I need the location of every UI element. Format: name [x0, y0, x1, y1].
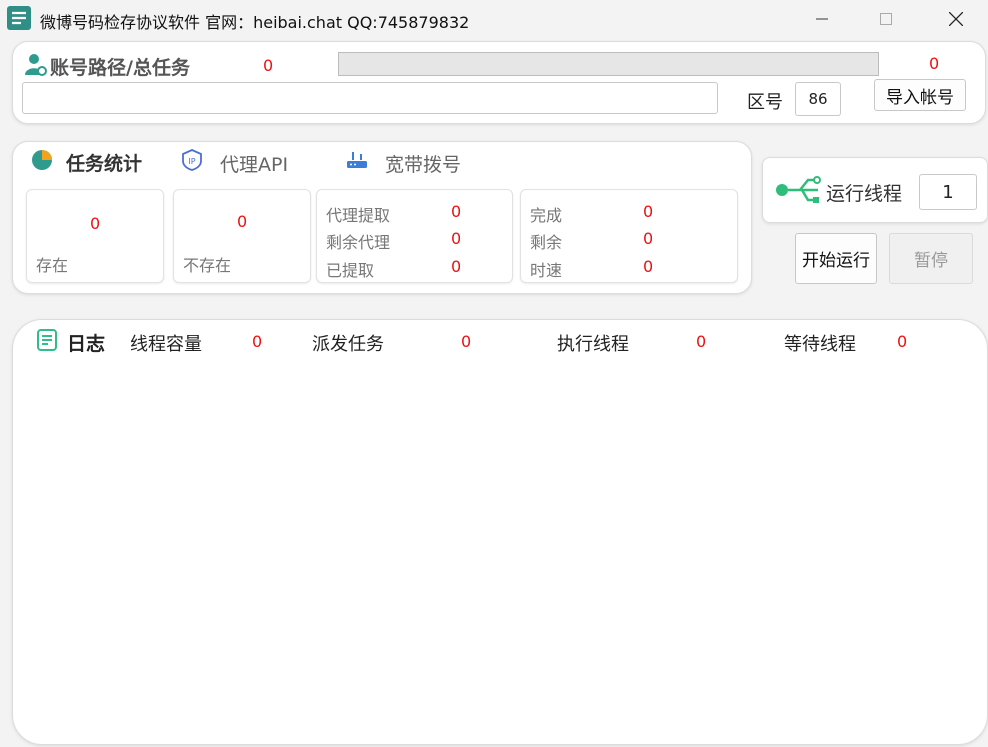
pie-chart-icon: [30, 148, 54, 176]
account-path-input[interactable]: [22, 82, 718, 114]
close-button[interactable]: [924, 0, 988, 38]
not-exist-label: 不存在: [183, 256, 232, 275]
thread-capacity-count: 0: [252, 332, 263, 351]
window-title: 微博号码检存协议软件 官网：heibai.chat QQ:745879832: [40, 13, 470, 32]
waiting-threads-label: 等待线程: [784, 334, 856, 355]
thread-count-label: 运行线程: [826, 183, 903, 205]
speed-count: 0: [643, 257, 654, 276]
progress-count: 0: [929, 54, 940, 73]
proxy-remaining-label: 剩余代理: [326, 233, 391, 252]
proxy-remaining-count: 0: [451, 229, 462, 248]
maximize-icon: [880, 13, 892, 25]
minimize-button[interactable]: [790, 0, 854, 38]
exist-count: 0: [90, 214, 101, 233]
tab-proxy-api[interactable]: 代理API: [220, 150, 288, 177]
completed-count: 0: [643, 202, 654, 221]
svg-text:IP: IP: [188, 157, 195, 166]
remaining-count: 0: [643, 229, 654, 248]
region-code-input[interactable]: 86: [795, 82, 841, 116]
user-icon: [24, 52, 48, 80]
dispatched-tasks-label: 派发任务: [312, 334, 384, 355]
router-icon: [345, 148, 371, 176]
account-path-label: 账号路径/总任务: [50, 57, 190, 79]
dispatched-tasks-count: 0: [461, 332, 472, 351]
tab-task-stats[interactable]: 任务统计: [66, 149, 142, 176]
thread-capacity-label: 线程容量: [130, 334, 202, 355]
proxy-extract-count: 0: [451, 202, 462, 221]
waiting-threads-count: 0: [897, 332, 908, 351]
import-accounts-button[interactable]: 导入帐号: [874, 79, 966, 111]
thread-count-input[interactable]: 1: [919, 174, 977, 210]
app-icon: [7, 6, 31, 30]
tab-broadband-dial[interactable]: 宽带拨号: [385, 150, 461, 177]
proxy-extracted-label: 已提取: [326, 261, 375, 280]
log-title: 日志: [67, 333, 106, 355]
exist-label: 存在: [36, 256, 69, 275]
speed-label: 时速: [530, 261, 563, 280]
close-icon: [949, 12, 963, 26]
usb-icon: [774, 172, 824, 212]
proxy-extracted-count: 0: [451, 257, 462, 276]
log-icon: [36, 328, 58, 356]
proxy-extract-label: 代理提取: [326, 206, 391, 225]
region-label: 区号: [747, 92, 783, 113]
log-output-area[interactable]: [26, 366, 972, 732]
ip-icon: IP: [180, 148, 204, 176]
remaining-label: 剩余: [530, 233, 563, 252]
completed-label: 完成: [530, 206, 563, 225]
not-exist-count: 0: [237, 212, 248, 231]
maximize-button[interactable]: [854, 0, 918, 38]
total-task-count: 0: [263, 56, 274, 75]
pause-button[interactable]: 暂停: [889, 233, 973, 284]
executing-threads-label: 执行线程: [557, 334, 629, 355]
minimize-icon: [816, 18, 828, 20]
start-button[interactable]: 开始运行: [795, 233, 877, 284]
progress-bar: [338, 52, 879, 76]
executing-threads-count: 0: [696, 332, 707, 351]
